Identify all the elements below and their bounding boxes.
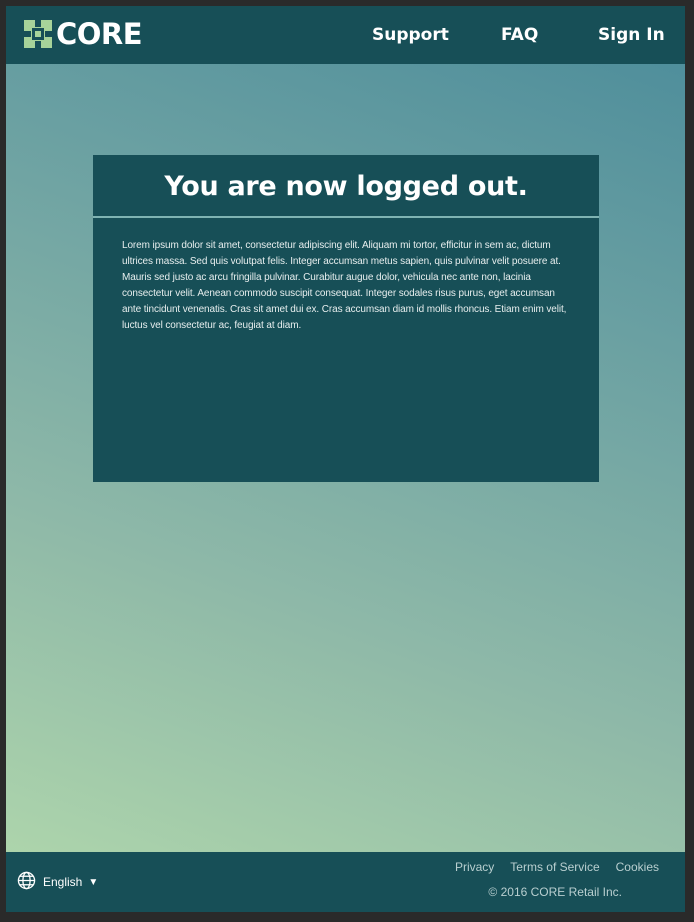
top-navigation-bar: CORE Support FAQ Sign In (6, 6, 685, 64)
logout-message-card: You are now logged out. Lorem ipsum dolo… (93, 155, 599, 482)
card-divider (93, 216, 599, 218)
language-label: English (43, 875, 83, 889)
page-title: You are now logged out. (164, 170, 528, 202)
nav-sign-in-link[interactable]: Sign In (598, 6, 665, 64)
terms-of-service-link[interactable]: Terms of Service (510, 860, 599, 874)
privacy-link[interactable]: Privacy (455, 860, 494, 874)
globe-icon (17, 871, 43, 893)
nav-support-link[interactable]: Support (372, 6, 449, 64)
brand-logo[interactable]: CORE (24, 17, 143, 51)
language-selector[interactable]: English ▼ (17, 871, 99, 893)
footer-bar: English ▼ Privacy Terms of Service Cooki… (6, 852, 685, 912)
caret-down-icon: ▼ (88, 876, 99, 888)
cookies-link[interactable]: Cookies (616, 860, 659, 874)
core-logo-icon (24, 20, 52, 48)
page-frame: CORE Support FAQ Sign In You are now log… (6, 6, 685, 912)
footer-links: Privacy Terms of Service Cookies (455, 860, 659, 874)
card-body-text: Lorem ipsum dolor sit amet, consectetur … (122, 240, 567, 331)
nav-faq-link[interactable]: FAQ (501, 6, 538, 64)
brand-name: CORE (56, 17, 143, 51)
copyright-text: © 2016 CORE Retail Inc. (488, 885, 622, 899)
